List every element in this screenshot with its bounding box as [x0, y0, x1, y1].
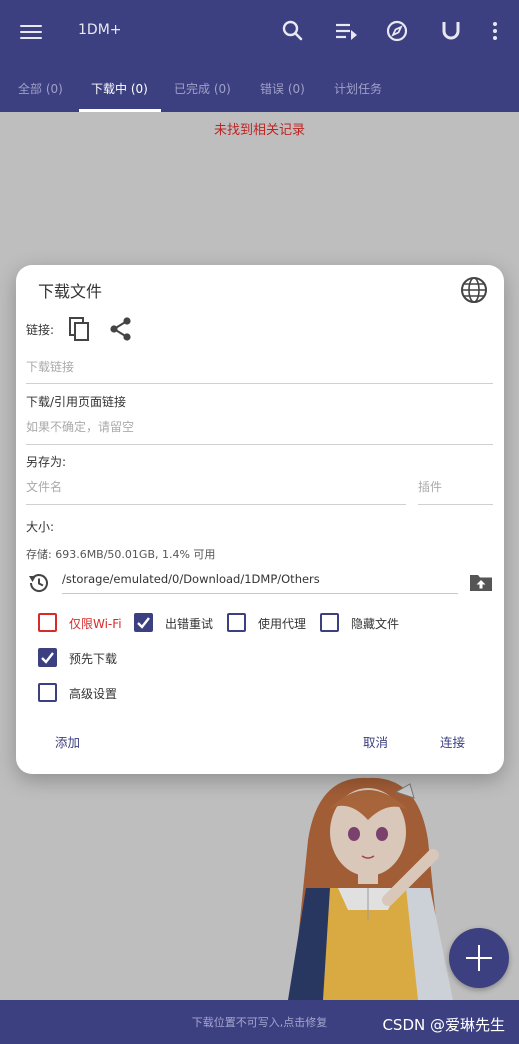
tab-completed[interactable]: 已完成 (0)	[174, 80, 231, 97]
tab-all[interactable]: 全部 (0)	[18, 80, 63, 97]
plugin-input[interactable]: 插件	[418, 478, 493, 505]
filename-input[interactable]: 文件名	[26, 478, 406, 505]
check-icon	[41, 652, 54, 664]
download-path[interactable]: /storage/emulated/0/Download/1DMP/Others	[62, 572, 458, 594]
use-proxy-label[interactable]: 使用代理	[258, 615, 306, 632]
bottom-bar: 下载位置不可写入,点击修复 CSDN @爱琳先生	[0, 1000, 519, 1044]
compass-icon[interactable]	[382, 16, 412, 46]
download-file-dialog: 下载文件 链接: 下载链接 下载/引用页面链接 如果不确定，请留空 另存为: 文…	[16, 265, 504, 774]
wifi-only-checkbox[interactable]	[38, 613, 57, 632]
link-label: 链接:	[26, 323, 55, 337]
add-button[interactable]: 添加	[55, 732, 80, 751]
app-bar: 1DM+	[0, 0, 519, 62]
hide-file-label[interactable]: 隐藏文件	[351, 615, 399, 632]
hide-file-checkbox[interactable]	[320, 613, 339, 632]
pre-download-checkbox[interactable]	[38, 648, 57, 667]
retry-on-error-checkbox[interactable]	[134, 613, 153, 632]
globe-icon[interactable]	[459, 275, 489, 305]
advanced-settings-checkbox[interactable]	[38, 683, 57, 702]
advanced-settings-label[interactable]: 高级设置	[69, 685, 117, 702]
queue-icon[interactable]	[331, 16, 361, 46]
referer-label: 下载/引用页面链接	[26, 395, 127, 409]
share-icon[interactable]	[108, 315, 134, 343]
connect-button[interactable]: 连接	[440, 732, 465, 751]
size-label: 大小:	[26, 520, 55, 534]
more-icon[interactable]	[480, 16, 510, 46]
saveas-label: 另存为:	[26, 455, 67, 469]
tab-downloading[interactable]: 下载中 (0)	[91, 80, 148, 97]
dialog-title: 下载文件	[38, 282, 103, 301]
tab-bar: 全部 (0) 下载中 (0) 已完成 (0) 错误 (0) 计划任务	[0, 62, 519, 112]
cancel-button[interactable]: 取消	[363, 732, 388, 751]
menu-icon[interactable]	[14, 18, 50, 46]
link-input[interactable]: 下载链接	[26, 358, 493, 384]
magnet-icon[interactable]	[436, 16, 466, 46]
app-title: 1DM+	[78, 22, 122, 38]
wifi-only-label[interactable]: 仅限Wi-Fi	[69, 615, 122, 632]
retry-on-error-label[interactable]: 出错重试	[165, 615, 213, 632]
referer-input[interactable]: 如果不确定，请留空	[26, 418, 493, 445]
history-icon[interactable]	[26, 570, 52, 596]
add-download-fab[interactable]	[449, 928, 509, 988]
copy-icon[interactable]	[67, 315, 93, 343]
tab-scheduled[interactable]: 计划任务	[334, 80, 382, 97]
search-icon[interactable]	[278, 16, 308, 46]
check-icon	[137, 617, 150, 629]
storage-info: 存储: 693.6MB/50.01GB, 1.4% 可用	[26, 548, 216, 561]
watermark: CSDN @爱琳先生	[382, 1016, 505, 1034]
pre-download-label[interactable]: 预先下载	[69, 650, 117, 667]
folder-upload-icon[interactable]	[468, 571, 494, 593]
use-proxy-checkbox[interactable]	[227, 613, 246, 632]
tab-errors[interactable]: 错误 (0)	[260, 80, 305, 97]
